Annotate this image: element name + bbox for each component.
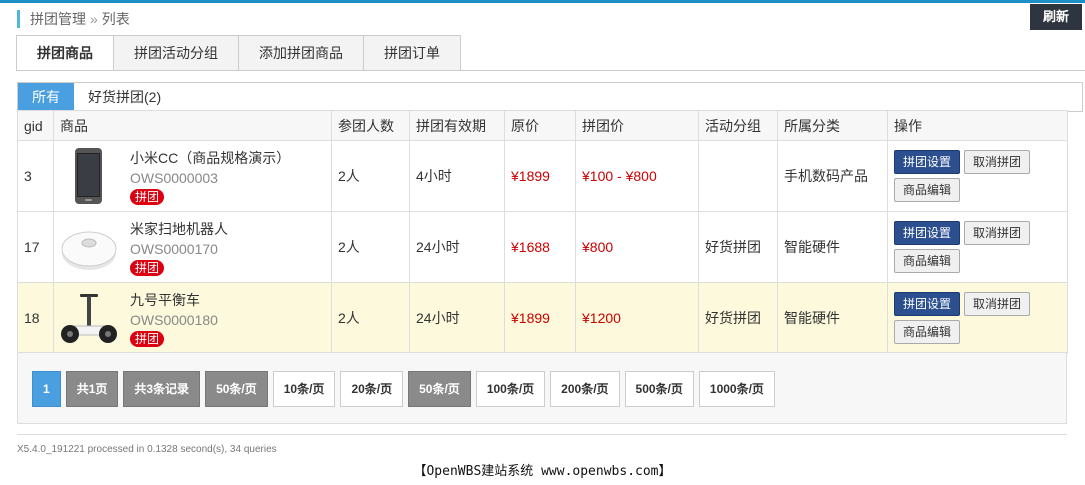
row-people: 2人 xyxy=(331,282,410,354)
table-row: 3 小米CC（商品规格演示） OWS0000003 拼团 2人 4小时 ¥189… xyxy=(17,140,1068,212)
footer-brand-link[interactable]: 【OpenWBS建站系统 www.openwbs.com】 xyxy=(0,460,1085,479)
row-validity: 24小时 xyxy=(409,211,505,283)
page-total-records: 共3条记录 xyxy=(123,371,201,407)
pagination-panel: 1 共1页 共3条记录 50条/页 10条/页 20条/页 50条/页 100条… xyxy=(17,352,1067,424)
product-name[interactable]: 九号平衡车 xyxy=(130,290,218,310)
breadcrumb-section[interactable]: 拼团管理 xyxy=(30,11,86,27)
col-group-price: 拼团价 xyxy=(575,110,699,141)
pagination: 1 共1页 共3条记录 50条/页 10条/页 20条/页 50条/页 100条… xyxy=(32,371,775,407)
row-orig-price: ¥1688 xyxy=(504,211,576,283)
group-buy-badge: 拼团 xyxy=(130,330,165,347)
cancel-group-button[interactable]: 取消拼团 xyxy=(964,221,1031,245)
row-category: 手机数码产品 xyxy=(777,140,888,212)
group-buy-badge: 拼团 xyxy=(130,259,165,276)
breadcrumb-separator: » xyxy=(90,11,98,27)
row-activity-group xyxy=(698,140,778,212)
phone-image[interactable] xyxy=(60,146,118,206)
col-validity: 拼团有效期 xyxy=(409,110,505,141)
group-settings-button[interactable]: 拼团设置 xyxy=(894,150,961,174)
product-code: OWS0000003 xyxy=(130,169,218,186)
page-size-1000[interactable]: 1000条/页 xyxy=(698,371,775,407)
footer-divider xyxy=(17,434,1067,435)
row-group-price: ¥800 xyxy=(575,211,699,283)
tab-divider xyxy=(16,70,1085,71)
row-activity-group: 好货拼团 xyxy=(698,282,778,354)
row-validity: 4小时 xyxy=(409,140,505,212)
col-people: 参团人数 xyxy=(331,110,410,141)
col-category: 所属分类 xyxy=(777,110,888,141)
main-tabs: 拼团商品 拼团活动分组 添加拼团商品 拼团订单 xyxy=(16,35,461,71)
group-buy-badge: 拼团 xyxy=(130,188,165,205)
row-gid: 3 xyxy=(17,140,54,212)
table-row: 18 九号平衡车 OWS0000180 拼团 2人 24小时 ¥1899 ¥12… xyxy=(17,282,1068,354)
page-size-500[interactable]: 500条/页 xyxy=(624,371,694,407)
filter-good-deals[interactable]: 好货拼团(2) xyxy=(74,83,175,111)
page-size-200[interactable]: 200条/页 xyxy=(550,371,620,407)
table-header-row: gid 商品 参团人数 拼团有效期 原价 拼团价 活动分组 所属分类 操作 xyxy=(17,110,1068,141)
product-name[interactable]: 米家扫地机器人 xyxy=(130,219,228,239)
edit-product-button[interactable]: 商品编辑 xyxy=(894,320,961,344)
balance-scooter-image[interactable] xyxy=(60,288,118,348)
tab-add-group-product[interactable]: 添加拼团商品 xyxy=(239,35,364,71)
product-code: OWS0000170 xyxy=(130,240,218,257)
group-settings-button[interactable]: 拼团设置 xyxy=(894,221,961,245)
filter-all[interactable]: 所有 xyxy=(18,83,74,111)
row-validity: 24小时 xyxy=(409,282,505,354)
footer-debug-info: X5.4.0_191221 processed in 0.1328 second… xyxy=(17,444,277,455)
table-row: 17 米家扫地机器人 OWS0000170 拼团 2人 24小时 ¥1688 ¥… xyxy=(17,211,1068,283)
row-group-price: ¥1200 xyxy=(575,282,699,354)
row-activity-group: 好货拼团 xyxy=(698,211,778,283)
row-gid: 17 xyxy=(17,211,54,283)
robot-vacuum-image[interactable] xyxy=(60,217,118,277)
group-settings-button[interactable]: 拼团设置 xyxy=(894,292,961,316)
tab-group-products[interactable]: 拼团商品 xyxy=(16,35,114,71)
col-gid[interactable]: gid xyxy=(17,110,54,141)
row-people: 2人 xyxy=(331,140,410,212)
cancel-group-button[interactable]: 取消拼团 xyxy=(964,292,1031,316)
breadcrumb: 拼团管理» 列表 xyxy=(17,10,130,28)
row-group-price: ¥100 - ¥800 xyxy=(575,140,699,212)
page-size-10[interactable]: 10条/页 xyxy=(272,371,336,407)
row-orig-price: ¥1899 xyxy=(504,140,576,212)
col-product: 商品 xyxy=(53,110,332,141)
breadcrumb-page: 列表 xyxy=(101,11,130,27)
tab-group-orders[interactable]: 拼团订单 xyxy=(364,35,461,71)
page-current[interactable]: 1 xyxy=(32,371,61,407)
page-size-current: 50条/页 xyxy=(205,371,268,407)
col-actions: 操作 xyxy=(887,110,1068,141)
page-size-100[interactable]: 100条/页 xyxy=(475,371,546,407)
row-orig-price: ¥1899 xyxy=(504,282,576,354)
col-orig-price: 原价 xyxy=(504,110,576,141)
page-total-pages: 共1页 xyxy=(65,371,119,407)
row-gid: 18 xyxy=(17,282,54,354)
product-name[interactable]: 小米CC（商品规格演示） xyxy=(130,148,290,168)
page-size-20[interactable]: 20条/页 xyxy=(340,371,404,407)
products-table: gid 商品 参团人数 拼团有效期 原价 拼团价 活动分组 所属分类 操作 3 xyxy=(17,110,1068,354)
refresh-button[interactable]: 刷新 xyxy=(1030,4,1082,30)
row-category: 智能硬件 xyxy=(777,282,888,354)
product-code: OWS0000180 xyxy=(130,311,218,328)
row-category: 智能硬件 xyxy=(777,211,888,283)
edit-product-button[interactable]: 商品编辑 xyxy=(894,249,961,273)
row-people: 2人 xyxy=(331,211,410,283)
filter-tabs: 所有 好货拼团(2) xyxy=(17,82,1083,112)
edit-product-button[interactable]: 商品编辑 xyxy=(894,178,961,202)
col-activity-group: 活动分组 xyxy=(698,110,778,141)
cancel-group-button[interactable]: 取消拼团 xyxy=(964,150,1031,174)
page-size-50[interactable]: 50条/页 xyxy=(408,371,471,407)
top-accent-bar xyxy=(0,0,1085,3)
tab-activity-groups[interactable]: 拼团活动分组 xyxy=(114,35,239,71)
